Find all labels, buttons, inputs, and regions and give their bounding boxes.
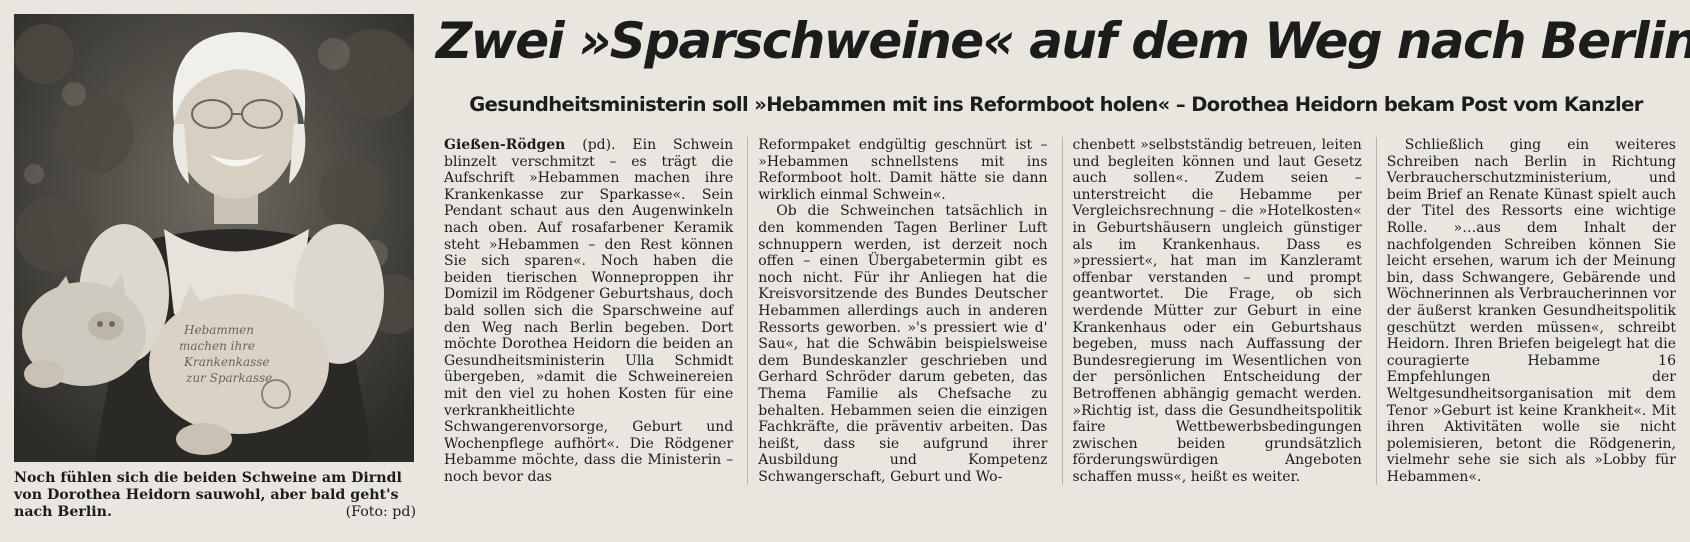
article-column-4: Schließlich ging ein weiteres Schreiben … [1375, 137, 1676, 486]
article-column-1: Gießen-Rödgen (pd). Ein Schwein blinzelt… [444, 137, 733, 485]
article-column-2: Reformpaket endgültig geschnürt ist – »H… [747, 137, 1048, 486]
pig-text-2: machen ihre [179, 339, 255, 353]
caption-text: Noch fühlen sich die beiden Schweine am … [14, 470, 402, 520]
article-paragraph: Reformpaket endgültig geschnürt ist – »H… [758, 137, 1048, 203]
pig-text-4: zur Sparkasse [185, 371, 272, 385]
pig-text-1: Hebammen [183, 323, 254, 337]
article-photo: Hebammen machen ihre Krankenkasse zur Sp… [14, 14, 414, 462]
article-paragraph: Schließlich ging ein weiteres Schreiben … [1386, 137, 1676, 485]
photo-credit: (Foto: pd) [345, 504, 416, 520]
subheadline: Gesundheitsministerin soll »Hebammen mit… [469, 93, 1643, 116]
headline: Zwei »Sparschweine« auf dem Weg nach Ber… [436, 12, 1690, 70]
article-paragraph: Ob die Schweinchen tatsächlich in den ko… [758, 203, 1048, 485]
photo-caption: Noch fühlen sich die beiden Schweine am … [14, 470, 416, 521]
article-paragraph: chenbett »selbstständig betreuen, leiten… [1072, 137, 1362, 485]
photo-illustration: Hebammen machen ihre Krankenkasse zur Sp… [14, 14, 414, 462]
dateline: Gießen-Rödgen [444, 137, 566, 153]
pig-text-3: Krankenkasse [183, 355, 270, 369]
article-paragraph: Gießen-Rödgen (pd). Ein Schwein blinzelt… [444, 137, 734, 485]
article-column-3: chenbett »selbstständig betreuen, leiten… [1061, 137, 1362, 486]
article-body: Gießen-Rödgen (pd). Ein Schwein blinzelt… [444, 137, 1676, 486]
